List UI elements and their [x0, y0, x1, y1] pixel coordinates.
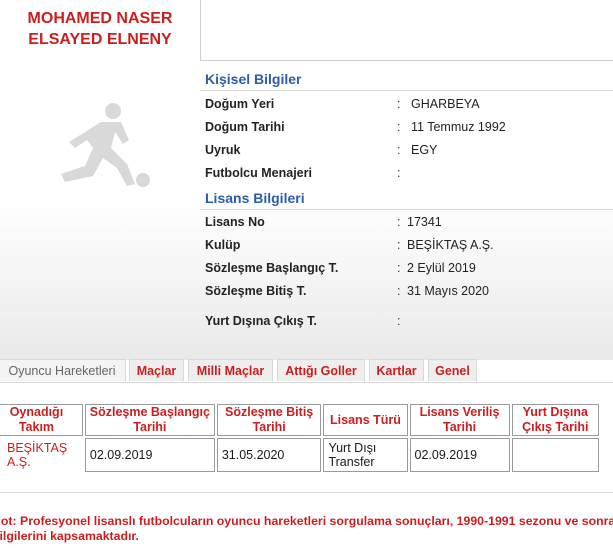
tab-goals[interactable]: Attığı Goller [277, 359, 365, 381]
info-label: Sözleşme Başlangıç T. [205, 261, 339, 275]
info-colon: : [397, 314, 401, 328]
info-label: Futbolcu Menajeri [205, 166, 312, 180]
info-colon: : [397, 261, 401, 275]
footnote-line1: Not: Profesyonel lisanslı futbolcuların … [0, 514, 613, 528]
info-value: 11 Temmuz 1992 [411, 120, 506, 134]
info-label: Doğum Yeri [205, 97, 275, 111]
info-value: 17341 [407, 215, 442, 229]
personal-info-title: Kişisel Bilgiler [205, 71, 302, 87]
info-row-license-no: Lisans No : 17341 [205, 215, 613, 235]
info-label: Yurt Dışına Çıkış T. [205, 314, 317, 328]
info-row-contract-start: Sözleşme Başlangıç T. : 2 Eylül 2019 [205, 261, 613, 281]
cell-contract-end: 31.05.2020 [216, 438, 322, 472]
title-divider [200, 0, 201, 60]
info-value: BEŞİKTAŞ A.Ş. [407, 238, 494, 252]
info-colon: : [397, 120, 401, 134]
player-name-line1: MOHAMED NASER [27, 10, 173, 27]
column-header-team: Oynadığı Takım [0, 404, 83, 436]
info-label: Sözleşme Bitiş T. [205, 284, 307, 298]
info-row-club: Kulüp : BEŞİKTAŞ A.Ş. [205, 238, 613, 258]
column-header-abroad-exit: Yurt Dışına Çıkış Tarihi [511, 404, 599, 436]
cell-license-type: Yurt Dışı Transfer [323, 438, 408, 472]
cell-team[interactable]: BEŞİKTAŞ A.Ş. [0, 438, 83, 472]
info-value: 31 Mayıs 2020 [407, 284, 489, 298]
table-bottom-rule [0, 492, 613, 493]
column-header-contract-end: Sözleşme Bitiş Tarihi [216, 404, 322, 436]
info-value: EGY [411, 143, 438, 157]
cell-abroad-exit [511, 438, 599, 472]
info-colon: : [397, 166, 401, 180]
tab-bar: Oyuncu Hareketleri Maçlar Milli Maçlar A… [0, 359, 613, 383]
info-value: GHARBEYA [411, 97, 480, 111]
table-header-row: Oynadığı Takım Sözleşme Başlangıç Tarihi… [0, 404, 599, 436]
title-underline [200, 60, 613, 61]
player-name-line2: ELSAYED ELNENY [28, 31, 172, 48]
info-value: 2 Eylül 2019 [407, 261, 476, 275]
info-row-birthplace: Doğum Yeri : GHARBEYA [205, 97, 613, 117]
tab-player-movements[interactable]: Oyuncu Hareketleri [0, 359, 126, 381]
info-label: Lisans No [205, 215, 265, 229]
info-row-birthdate: Doğum Tarihi : 11 Temmuz 1992 [205, 120, 613, 140]
license-info-title: Lisans Bilgileri [205, 190, 305, 206]
info-colon: : [397, 284, 401, 298]
license-info-rule [200, 209, 613, 210]
info-row-abroad-exit: Yurt Dışına Çıkış T. : [205, 314, 613, 334]
tab-general[interactable]: Genel [428, 359, 477, 381]
cell-contract-start: 02.09.2019 [84, 438, 215, 472]
footnote-line2: bilgilerini kapsamaktadır. [0, 529, 139, 543]
personal-info-rule [200, 90, 613, 91]
footnote: Not: Profesyonel lisanslı futbolcuların … [0, 514, 613, 544]
info-label: Doğum Tarihi [205, 120, 285, 134]
column-header-license-type: Lisans Türü [323, 404, 408, 436]
tab-national-matches[interactable]: Milli Maçlar [188, 359, 273, 381]
player-name: MOHAMED NASER ELSAYED ELNENY [0, 8, 200, 60]
table-row: BEŞİKTAŞ A.Ş. 02.09.2019 31.05.2020 Yurt… [0, 438, 599, 472]
column-header-license-date: Lisans Veriliş Tarihi [409, 404, 510, 436]
player-movements-table: Oynadığı Takım Sözleşme Başlangıç Tarihi… [0, 402, 601, 474]
info-row-agent: Futbolcu Menajeri : [205, 166, 613, 186]
info-colon: : [397, 238, 401, 252]
info-row-contract-end: Sözleşme Bitiş T. : 31 Mayıs 2020 [205, 284, 613, 304]
info-colon: : [397, 97, 401, 111]
info-label: Uyruk [205, 143, 241, 157]
column-header-contract-start: Sözleşme Başlangıç Tarihi [84, 404, 215, 436]
info-row-nationality: Uyruk : EGY [205, 143, 613, 163]
tab-bar-rule [0, 382, 613, 383]
info-colon: : [397, 143, 401, 157]
info-label: Kulüp [205, 238, 241, 252]
tab-cards[interactable]: Kartlar [369, 359, 424, 381]
footballer-silhouette-icon [61, 103, 150, 187]
cell-license-date: 02.09.2019 [409, 438, 510, 472]
tab-matches[interactable]: Maçlar [129, 359, 184, 381]
info-colon: : [397, 215, 401, 229]
